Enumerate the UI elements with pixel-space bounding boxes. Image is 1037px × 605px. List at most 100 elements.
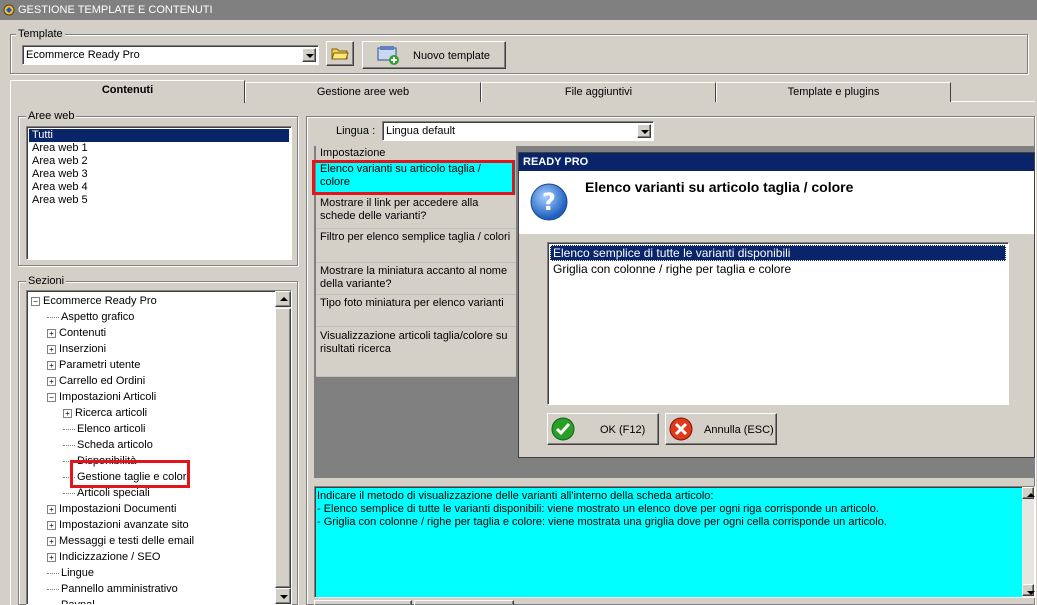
tree-item-label: Inserzioni xyxy=(59,343,107,355)
description-box: Indicare il metodo di visualizzazione de… xyxy=(314,486,1035,598)
area-item-tutti[interactable]: Tutti xyxy=(29,129,289,142)
tree-item[interactable]: Aspetto grafico xyxy=(47,309,134,325)
tree-item[interactable]: + Carrello ed Ordini xyxy=(47,373,145,389)
tree-item[interactable]: Paypal xyxy=(47,597,95,605)
dialog-options-list[interactable]: Elenco semplice di tutte le varianti dis… xyxy=(547,242,1009,405)
ok-button[interactable]: OK (F12) xyxy=(547,413,659,445)
tree-item[interactable]: + Indicizzazione / SEO xyxy=(47,549,161,565)
tree-item-label: Carrello ed Ordini xyxy=(59,375,146,387)
bottom-button-1[interactable] xyxy=(314,600,412,605)
area-item-3[interactable]: Area web 3 xyxy=(29,168,289,181)
tree-item-label: Elenco articoli xyxy=(77,423,146,435)
tab-file-aggiuntivi[interactable]: File aggiuntivi xyxy=(481,82,716,102)
open-folder-button[interactable] xyxy=(326,41,354,66)
tree-item-label: Pannello amministrativo xyxy=(61,583,178,595)
sezioni-label: Sezioni xyxy=(26,275,67,287)
tab-gestione-aree-web[interactable]: Gestione aree web xyxy=(245,82,481,102)
ready-pro-dialog: READY PRO ? Elenco varianti su articolo … xyxy=(518,152,1035,458)
expand-icon[interactable]: + xyxy=(47,376,56,386)
tree-item[interactable]: + Impostazioni avanzate sito xyxy=(47,517,189,533)
expand-icon[interactable]: + xyxy=(47,504,56,514)
tree-scrollbar[interactable] xyxy=(275,291,291,604)
expand-icon[interactable]: + xyxy=(63,408,72,418)
expand-icon[interactable]: + xyxy=(47,328,56,338)
tree-connector xyxy=(47,588,59,590)
question-icon: ? xyxy=(530,183,568,221)
description-line-3: - Griglia con colonne / righe per taglia… xyxy=(317,516,887,528)
sezioni-tree[interactable]: − Ecommerce Ready Pro Aspetto grafico + Cont… xyxy=(26,290,292,605)
chevron-down-icon[interactable] xyxy=(637,124,651,138)
expand-icon[interactable]: + xyxy=(47,344,56,354)
option-elenco-semplice[interactable]: Elenco semplice di tutte le varianti dis… xyxy=(550,245,1006,261)
close-icon xyxy=(669,417,693,441)
scroll-down-icon[interactable] xyxy=(1022,584,1035,596)
lingua-select[interactable]: Lingua default xyxy=(382,121,654,141)
tree-item[interactable]: Elenco articoli xyxy=(63,421,145,437)
scroll-thumb[interactable] xyxy=(275,308,291,588)
scroll-up-icon[interactable] xyxy=(275,291,291,307)
tree-item-label: Messaggi e testi delle email xyxy=(59,535,195,547)
scroll-up-icon[interactable] xyxy=(1022,487,1035,499)
tree-item[interactable]: Scheda articolo xyxy=(63,437,153,453)
template-group-label: Template xyxy=(16,28,65,40)
tree-item-label: Paypal xyxy=(61,599,95,605)
aree-web-list[interactable]: Tutti Area web 1 Area web 2 Area web 3 A… xyxy=(26,126,292,260)
scroll-down-icon[interactable] xyxy=(275,588,291,604)
bottom-button-2[interactable] xyxy=(414,600,514,605)
cancel-button[interactable]: Annulla (ESC) xyxy=(665,413,777,445)
callout-gestione-taglie xyxy=(70,460,190,488)
grid-row-mostrare-link[interactable]: Mostrare il link per accedere alla sched… xyxy=(316,195,516,229)
tree-connector xyxy=(63,428,75,430)
tree-item[interactable]: + Inserzioni xyxy=(47,341,106,357)
tab-template-e-plugins[interactable]: Template e plugins xyxy=(716,82,951,102)
description-line-2: - Elenco semplice di tutte le varianti d… xyxy=(317,503,879,515)
tree-item[interactable]: Lingue xyxy=(47,565,94,581)
template-select[interactable]: Ecommerce Ready Pro xyxy=(22,45,319,65)
collapse-icon[interactable]: − xyxy=(31,296,40,306)
tree-item-label: Ecommerce Ready Pro xyxy=(43,295,157,307)
expand-icon[interactable]: + xyxy=(47,520,56,530)
dialog-titlebar: READY PRO xyxy=(519,153,1034,171)
chevron-down-icon[interactable] xyxy=(302,48,316,62)
expand-icon[interactable]: + xyxy=(47,552,56,562)
tree-item[interactable]: − Impostazioni Articoli xyxy=(47,389,156,405)
tree-item-label: Impostazioni Documenti xyxy=(59,503,177,515)
tree-item-label: Articoli speciali xyxy=(77,487,150,499)
window-title: GESTIONE TEMPLATE E CONTENUTI xyxy=(18,4,213,16)
callout-elenco-varianti xyxy=(312,160,515,195)
tree-connector xyxy=(47,572,59,574)
tree-item[interactable]: + Parametri utente xyxy=(47,357,140,373)
window-titlebar: GESTIONE TEMPLATE E CONTENUTI xyxy=(0,0,1037,20)
area-item-2[interactable]: Area web 2 xyxy=(29,155,289,168)
grid-header: Impostazione xyxy=(316,146,516,161)
tree-connector xyxy=(63,444,75,446)
tree-item[interactable]: + Ricerca articoli xyxy=(63,405,147,421)
tab-contenuti[interactable]: Contenuti xyxy=(10,80,245,103)
dialog-title: READY PRO xyxy=(523,156,589,168)
app-icon xyxy=(3,4,15,16)
tree-connector xyxy=(63,492,75,494)
tree-item[interactable]: + Messaggi e testi delle email xyxy=(47,533,194,549)
tree-item[interactable]: − Ecommerce Ready Pro xyxy=(31,293,157,309)
area-item-1[interactable]: Area web 1 xyxy=(29,142,289,155)
description-scrollbar[interactable] xyxy=(1022,487,1035,597)
tree-item-label: Impostazioni avanzate sito xyxy=(59,519,189,531)
grid-row-filtro[interactable]: Filtro per elenco semplice taglia / colo… xyxy=(316,229,516,263)
folder-icon xyxy=(331,48,349,60)
grid-row-miniatura[interactable]: Mostrare la miniatura accanto al nome de… xyxy=(316,263,516,295)
grid-row-tipo-foto[interactable]: Tipo foto miniatura per elenco varianti xyxy=(316,295,516,327)
collapse-icon[interactable]: − xyxy=(47,392,56,402)
tree-item-label: Ricerca articoli xyxy=(75,407,148,419)
expand-icon[interactable]: + xyxy=(47,360,56,370)
option-griglia[interactable]: Griglia con colonne / righe per taglia e… xyxy=(550,261,1006,277)
new-template-button[interactable]: Nuovo template xyxy=(362,41,506,69)
tree-item-label: Lingue xyxy=(61,567,95,579)
expand-icon[interactable]: + xyxy=(47,536,56,546)
area-item-4[interactable]: Area web 4 xyxy=(29,181,289,194)
area-item-5[interactable]: Area web 5 xyxy=(29,194,289,207)
tree-item[interactable]: Pannello amministrativo xyxy=(47,581,178,597)
grid-row-visualizzazione[interactable]: Visualizzazione articoli taglia/colore s… xyxy=(316,327,516,377)
tree-connector xyxy=(47,316,59,318)
tree-item[interactable]: + Contenuti xyxy=(47,325,106,341)
tree-item[interactable]: + Impostazioni Documenti xyxy=(47,501,176,517)
